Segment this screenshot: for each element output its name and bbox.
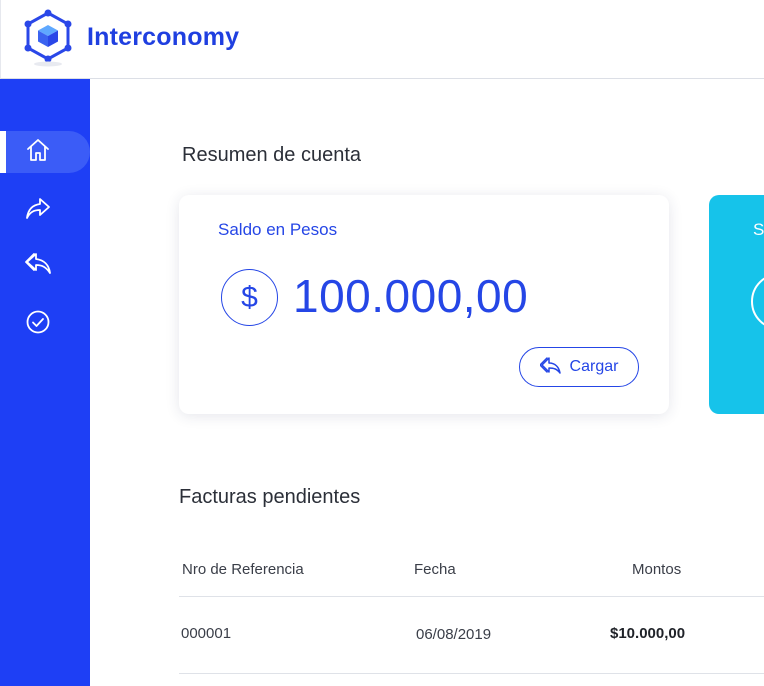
currency-symbol: $ [241, 280, 258, 314]
share-forward-icon [25, 195, 51, 226]
row-reference: 000001 [181, 625, 232, 642]
brand-name: Interconomy [87, 23, 240, 51]
row-date: 06/08/2019 [416, 626, 492, 643]
sidebar-item-receive[interactable] [0, 244, 90, 286]
column-header-amount: Montos [632, 561, 682, 578]
balance-amount: 100.000,00 [293, 270, 529, 322]
top-header: Interconomy [0, 0, 764, 79]
balance-card-label: Saldo en Pesos [218, 220, 338, 239]
reply-icon [538, 355, 562, 380]
row-amount: $10.000,00 [610, 625, 686, 642]
balance-card-secondary: S [709, 195, 764, 414]
secondary-card-label: S [753, 220, 764, 239]
cube-network-icon[interactable] [23, 9, 73, 67]
check-circle-icon [25, 309, 51, 340]
cargar-button-label: Cargar [569, 358, 619, 375]
account-summary-title: Resumen de cuenta [182, 144, 362, 166]
sidebar-item-send[interactable] [0, 189, 90, 231]
pending-invoices-title: Facturas pendientes [179, 486, 361, 508]
column-header-reference: Nro de Referencia [182, 561, 304, 578]
currency-circle-icon [751, 273, 764, 330]
sidebar [0, 79, 90, 686]
reply-back-icon [25, 250, 53, 281]
balance-card-pesos: Saldo en Pesos $ 100.000,00 Cargar [179, 195, 669, 414]
dollar-icon: $ [221, 269, 278, 326]
sidebar-item-approved[interactable] [0, 303, 90, 345]
column-header-date: Fecha [414, 561, 456, 578]
home-icon [25, 137, 51, 168]
table-divider [179, 673, 764, 674]
cargar-button[interactable]: Cargar [519, 347, 639, 387]
table-divider [179, 596, 764, 597]
sidebar-item-home[interactable] [0, 131, 90, 173]
